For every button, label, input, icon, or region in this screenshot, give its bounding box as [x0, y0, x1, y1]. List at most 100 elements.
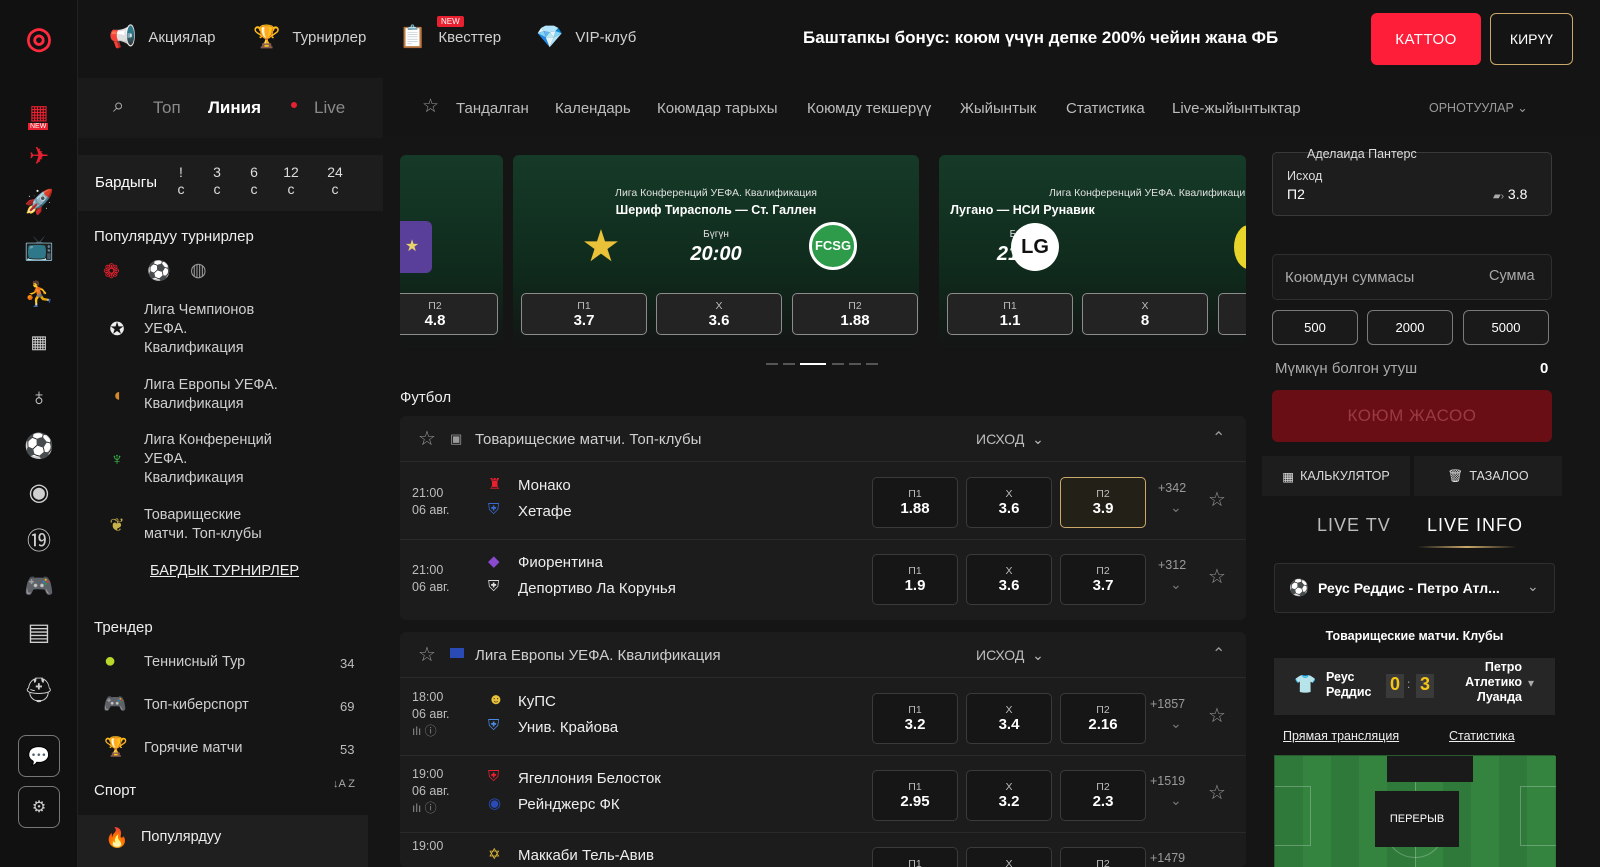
sort-az-icon[interactable]: ↓A Z [333, 778, 359, 790]
tab-live-tv[interactable]: LIVE TV [1317, 515, 1391, 536]
carousel-dot-active[interactable] [800, 363, 826, 365]
odd-p2-selected[interactable]: П2 3.9 [1060, 477, 1146, 528]
soccer-ball-icon[interactable]: ⚽ [147, 259, 171, 283]
period-12[interactable]: 12 с [280, 164, 302, 198]
promo-quests[interactable]: 📋 Квесттер NEW [399, 16, 501, 50]
register-button[interactable]: КАТТОО [1371, 13, 1481, 65]
star-icon[interactable]: ☆ [1208, 487, 1226, 512]
odd-p1[interactable]: П1 3.2 [872, 693, 958, 744]
period-6[interactable]: 6с [246, 164, 262, 198]
event-row[interactable]: 19:00 ✡ Маккаби Тель-Авив П1 X П2 +1479 [400, 833, 1246, 867]
slot-new-icon[interactable]: ▦ NEW [18, 92, 60, 132]
promo-actions[interactable]: 📢 Акциялар [109, 24, 216, 50]
chevron-down-icon[interactable]: ⌄ [1170, 792, 1182, 809]
target-icon[interactable]: ◉ [18, 472, 60, 512]
odd-p2[interactable]: П2 [1060, 847, 1146, 867]
odd-x[interactable]: X 3.2 [966, 770, 1052, 821]
more-markets[interactable]: +1857 [1150, 697, 1185, 711]
tournament-item[interactable]: Лига Европы УЕФА. Квалификация [144, 376, 278, 414]
match-select[interactable]: ⚽ Реус Реддис - Петро Атл... ⌄ [1274, 563, 1555, 613]
settings-dropdown[interactable]: ОРНОТУУЛАР ⌄ [1429, 100, 1528, 115]
carousel-dot[interactable] [766, 363, 778, 365]
more-markets[interactable]: +312 [1158, 558, 1186, 572]
star-icon[interactable]: ☆ [418, 426, 436, 451]
odd-p1[interactable]: П1 2.95 [872, 770, 958, 821]
promo-vip[interactable]: 💎 VIP-клуб [536, 24, 636, 50]
logo-icon[interactable]: ◎ [18, 18, 60, 58]
rocket-icon[interactable]: 🚀 [18, 182, 60, 222]
odd-x[interactable]: X [966, 847, 1052, 867]
event-row[interactable]: 19:00 06 авг. ılı ⓘ ⛨ Ягеллония Белосток ◉… [400, 756, 1246, 833]
bonus-banner[interactable]: Баштапкы бонус: коюм үчүн депке 200% чей… [803, 28, 1278, 48]
odd-x[interactable]: X 3.6 [966, 477, 1052, 528]
trend-item[interactable]: Горячие матчи [144, 740, 242, 756]
stats-info-icon[interactable]: ılı ⓘ [412, 800, 449, 817]
betslip-item[interactable]: Аделаида Пантерс Исход П2 ▰› 3.8 [1272, 147, 1552, 216]
clear-button[interactable]: 🗑 ТАЗАЛОО [1414, 456, 1562, 496]
chevron-down-icon[interactable]: ⌄ [1170, 715, 1182, 732]
period-24[interactable]: 24 с [324, 164, 346, 198]
globe-icon[interactable]: ♁ [18, 378, 60, 418]
more-markets[interactable]: +342 [1158, 481, 1186, 495]
tv-icon[interactable]: 📺 [18, 228, 60, 268]
settings-icon[interactable]: ⚙ [18, 786, 60, 828]
news-icon[interactable]: ▤ [18, 612, 60, 652]
carousel-odd[interactable]: П2 1.88 [792, 293, 918, 335]
link-statistics[interactable]: Статистика [1066, 100, 1145, 117]
tennis-ball-icon[interactable]: ◍ [190, 259, 207, 282]
quick-amount-button[interactable]: 2000 [1367, 310, 1453, 345]
soccer-ball-icon[interactable]: ⚽ [18, 426, 60, 466]
odd-x[interactable]: X 3.4 [966, 693, 1052, 744]
stats-info-icon[interactable]: ılı ⓘ [412, 723, 449, 740]
basketball-icon[interactable]: ⛹ [18, 274, 60, 314]
gamepad-icon[interactable]: 🎮 [18, 566, 60, 606]
tournament-item[interactable]: Товарищеские матчи. Топ-клубы [144, 506, 262, 544]
odd-p1[interactable]: П1 1.88 [872, 477, 958, 528]
tab-top[interactable]: Топ [153, 98, 181, 118]
odd-p1[interactable]: П1 [872, 847, 958, 867]
promo-tournaments[interactable]: 🏆 Турнирлер [253, 24, 366, 50]
link-bet-history[interactable]: Коюмдар тарыхы [657, 100, 778, 117]
link-calendar[interactable]: Календарь [555, 100, 631, 117]
block-header[interactable]: ☆ Лига Европы УЕФА. Квалификация ИСХОД ⌄… [400, 632, 1246, 678]
odd-p2[interactable]: П2 2.3 [1060, 770, 1146, 821]
tab-live[interactable]: Live [314, 98, 345, 118]
carousel-dot[interactable] [849, 363, 861, 365]
carousel-odd[interactable]: П1 3.7 [521, 293, 647, 335]
event-row[interactable]: 21:00 06 авг. ♜ Монако ⛨ Хетафе П1 1.88 X3… [400, 463, 1246, 540]
star-icon[interactable]: ☆ [422, 95, 439, 118]
live-stream-link[interactable]: Прямая трансляция [1283, 729, 1399, 743]
trend-item[interactable]: Теннисный Тур [144, 654, 245, 670]
chevron-down-icon[interactable]: ⌄ [1170, 499, 1182, 516]
event-row[interactable]: 18:00 06 авг. ılı ⓘ ☻ КуПС ⛨ Унив. Крайова… [400, 679, 1246, 756]
outcome-dropdown[interactable]: ИСХОД ⌄ [976, 431, 1044, 448]
carousel-odd[interactable]: П2 4.8 [400, 293, 498, 335]
period-1[interactable]: ! с [173, 164, 189, 198]
star-icon[interactable]: ☆ [418, 642, 436, 667]
carousel-dot[interactable] [783, 363, 795, 365]
period-3[interactable]: 3с [209, 164, 225, 198]
amount-field[interactable]: Коюмдун суммасы Сумма [1272, 254, 1552, 300]
link-results[interactable]: Жыйынтык [960, 100, 1036, 117]
carousel-card[interactable]: ★ П2 4.8 [400, 155, 503, 351]
number-19-icon[interactable]: ⑲ [18, 518, 60, 558]
login-button[interactable]: КИРҮҮ [1490, 13, 1573, 65]
outcome-dropdown[interactable]: ИСХОД ⌄ [976, 647, 1044, 664]
laurel-icon[interactable]: ❁ [103, 259, 120, 284]
event-row[interactable]: 21:00 06 авг. ◆ Фиорентина ⛨ Депортиво Ла… [400, 540, 1246, 617]
star-icon[interactable]: ☆ [1208, 703, 1226, 728]
carousel-card[interactable]: Лига Конференций УЕФА. Квалификация Шери… [513, 155, 919, 351]
chevron-up-icon[interactable]: ⌃ [1212, 644, 1225, 664]
place-bet-button[interactable]: КОЮМ ЖАСОО [1272, 390, 1552, 442]
chat-icon[interactable]: 💬 [18, 735, 60, 777]
bingo-icon[interactable]: ▦ [18, 322, 60, 362]
tournament-item[interactable]: Лига Чемпионов УЕФА. Квалификация [144, 301, 254, 358]
odd-p2[interactable]: П2 2.16 [1060, 693, 1146, 744]
star-icon[interactable]: ☆ [1208, 780, 1226, 805]
carousel-card[interactable]: Лига Конференций УЕФА. Квалификаци Луган… [939, 155, 1246, 351]
star-icon[interactable]: ☆ [1208, 564, 1226, 589]
carousel-dot[interactable] [866, 363, 878, 365]
quick-amount-button[interactable]: 500 [1272, 310, 1358, 345]
trend-item[interactable]: Топ-киберспорт [144, 697, 249, 713]
link-live-results[interactable]: Live-жыйынтыктар [1172, 100, 1301, 117]
